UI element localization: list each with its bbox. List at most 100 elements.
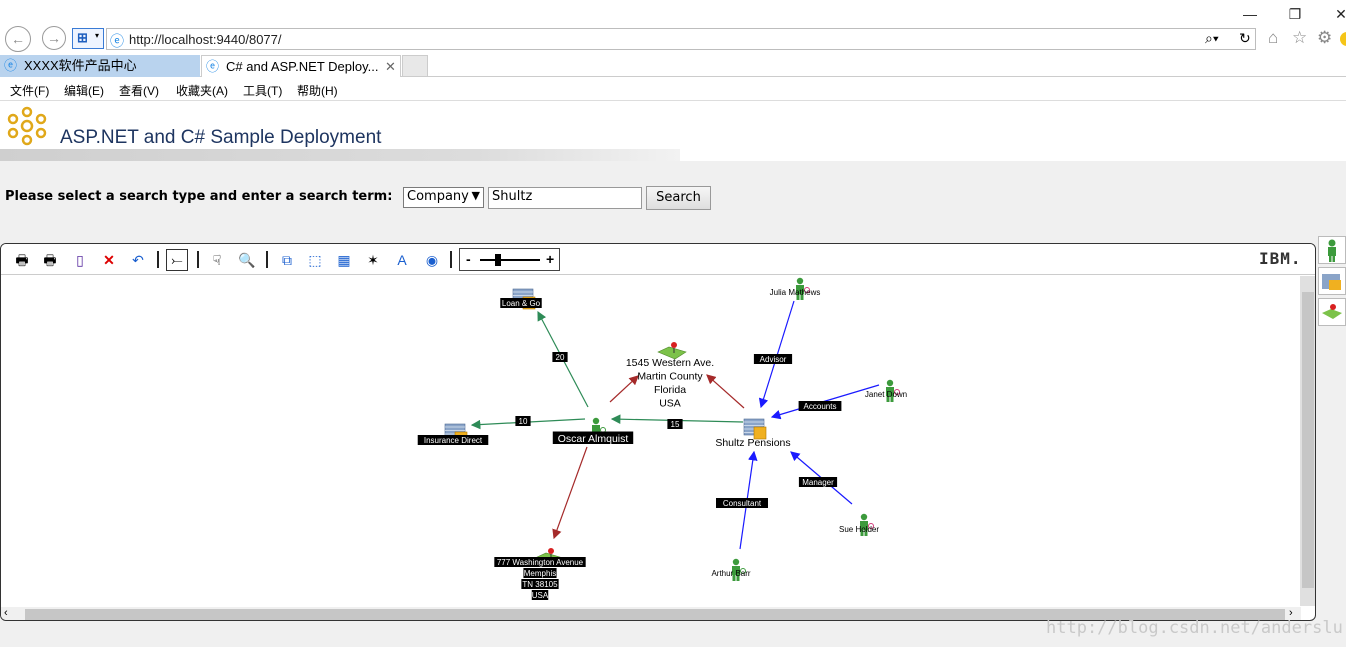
zoom-track [480,259,540,261]
node-label: 1545 Western Ave. [626,357,714,369]
page-title: ASP.NET and C# Sample Deployment [60,127,382,148]
node-julia[interactable]: Julia Mathews [770,277,821,300]
overview-icon[interactable]: ◉ [422,250,442,270]
node-addr2[interactable]: 777 Washington Avenue Memphis TN 38105 USA [494,548,586,600]
node-label: Martin County [637,371,703,383]
node-shultz[interactable]: Shultz Pensions [715,418,791,449]
node-label: Memphis [524,569,556,578]
tab-deployment[interactable]: ⓔ C# and ASP.NET Deploy... ✕ [201,55,401,77]
search-button[interactable]: Search [646,186,711,210]
node-label: Shultz Pensions [715,437,790,449]
node-oscar[interactable]: Oscar Almquist [552,417,634,445]
node-label: USA [532,591,549,600]
building-icon [1322,274,1341,290]
vertical-scroll-thumb[interactable] [1302,292,1314,588]
print-preview-icon[interactable]: 🖶 [40,250,60,270]
menu-file[interactable]: 文件(F) [10,82,49,99]
scroll-left-icon[interactable]: ‹ [4,607,8,619]
zoom-selection-icon[interactable]: ⬚ [305,250,325,270]
node-sue[interactable]: Sue Holder [839,513,879,536]
node-label: Insurance Direct [424,436,483,445]
ibm-logo: IBM. [1259,249,1302,268]
favorites-star-icon[interactable]: ☆ [1292,28,1307,48]
menu-view[interactable]: 查看(V) [119,82,159,99]
node-loan[interactable]: Loan & Go [500,288,542,310]
ie-icon: ⓔ [110,33,124,49]
edge-oscar-addr1[interactable] [609,375,639,403]
node-label: 777 Washington Avenue [497,558,584,567]
node-label: Sue Holder [839,525,879,534]
edge-label: 15 [671,420,680,429]
menu-edit[interactable]: 编辑(E) [64,82,104,99]
edge-shultz-addr1[interactable] [706,374,745,409]
menu-favorites[interactable]: 收藏夹(A) [176,82,228,99]
settings-gear-icon[interactable]: ⚙ [1317,28,1332,48]
compat-view-button[interactable]: ⊞ ▾ [72,28,104,49]
tab-label: XXXX软件产品中心 [24,58,137,73]
node-label: TN 38105 [522,580,558,589]
layout-icon[interactable]: ✶ [363,250,383,270]
undo-icon[interactable]: ↶ [128,250,148,270]
select-tool-icon[interactable]: ⤚ [166,249,188,271]
zoom-thumb[interactable] [495,254,501,266]
menu-help[interactable]: 帮助(H) [297,82,338,99]
edge-label: Manager [802,478,834,487]
select-all-icon[interactable]: ▦ [334,250,354,270]
palette-company[interactable] [1318,267,1346,295]
edge-label: Accounts [804,402,837,411]
menu-tools[interactable]: 工具(T) [243,82,282,99]
edge-label: Consultant [723,499,762,508]
zoom-slider[interactable]: - + [459,248,560,271]
edge-oscar-addr2[interactable] [552,446,588,540]
edge-label: 10 [519,417,528,426]
arrow-right-icon: → [47,30,61,46]
vertical-scrollbar[interactable] [1300,276,1315,606]
restore-button[interactable]: ❐ [1285,4,1305,24]
toolbar-separator [266,251,268,268]
search-term-value: Shultz [492,189,533,204]
pan-icon[interactable]: ☟ [207,250,227,270]
node-janet[interactable]: Janet Down [865,379,907,402]
zoom-icon[interactable]: 🔍 [237,250,257,270]
copy-icon[interactable]: ▯ [70,250,90,270]
plus-shield-icon: ⊞ [77,30,88,45]
search-input[interactable]: Shultz [488,187,642,209]
node-arthur[interactable]: Arthur Barr [711,558,751,581]
refresh-icon[interactable]: ↻ [1239,30,1251,47]
node-ins[interactable]: Insurance Direct [417,423,489,445]
print-icon[interactable]: 🖶 [12,250,32,270]
ie-icon: ⓔ [4,58,18,73]
node-label: Julia Mathews [770,288,821,297]
home-icon[interactable]: ⌂ [1268,28,1278,48]
ie-icon: ⓔ [206,59,220,74]
entity-palette [1318,236,1346,326]
search-icon[interactable]: ⌕▾ [1205,30,1219,47]
viewer-toolbar: 🖶 🖶 ▯ ✕ ↶ ⤚ ☟ 🔍 ⧉ ⬚ ▦ ✶ A ◉ - + IBM. [1,244,1315,275]
toolbar-separator [157,251,159,268]
node-label: Arthur Barr [711,569,750,578]
delete-icon[interactable]: ✕ [99,250,119,270]
forward-button[interactable]: → [42,26,66,50]
fit-view-icon[interactable]: ⧉ [277,250,297,270]
tab-product-center[interactable]: ⓔ XXXX软件产品中心 [0,55,200,77]
zoom-in-button[interactable]: + [546,251,554,267]
edge-label: 20 [556,353,565,362]
node-label: Loan & Go [502,299,541,308]
new-tab-button[interactable] [402,55,428,77]
search-type-select[interactable]: Company ▼ [403,187,484,208]
address-bar[interactable]: ⓔ http://localhost:9440/8077/ ⌕▾ ↻ [106,28,1256,50]
zoom-out-button[interactable]: - [466,251,471,267]
palette-person[interactable] [1318,236,1346,264]
close-tab-icon[interactable]: ✕ [385,56,396,77]
menu-bar: 文件(F) 编辑(E) 查看(V) 收藏夹(A) 工具(T) 帮助(H) [0,78,1346,101]
label-icon[interactable]: A [392,250,412,270]
map-pin-icon [1322,304,1342,319]
palette-address[interactable] [1318,298,1346,326]
close-button[interactable]: ✕ [1331,4,1346,24]
node-addr1[interactable]: 1545 Western Ave. Martin CountyFlorida USA [626,342,714,410]
graph-viewer: 🖶 🖶 ▯ ✕ ↶ ⤚ ☟ 🔍 ⧉ ⬚ ▦ ✶ A ◉ - + IBM. 20 1… [0,243,1316,621]
minimize-button[interactable]: — [1240,4,1260,24]
relationship-graph[interactable]: 20 10 15 Advisor Accounts Manager Consultant L… [1,276,1301,608]
node-label: Janet Down [865,390,907,399]
back-button[interactable]: ← [5,26,31,52]
